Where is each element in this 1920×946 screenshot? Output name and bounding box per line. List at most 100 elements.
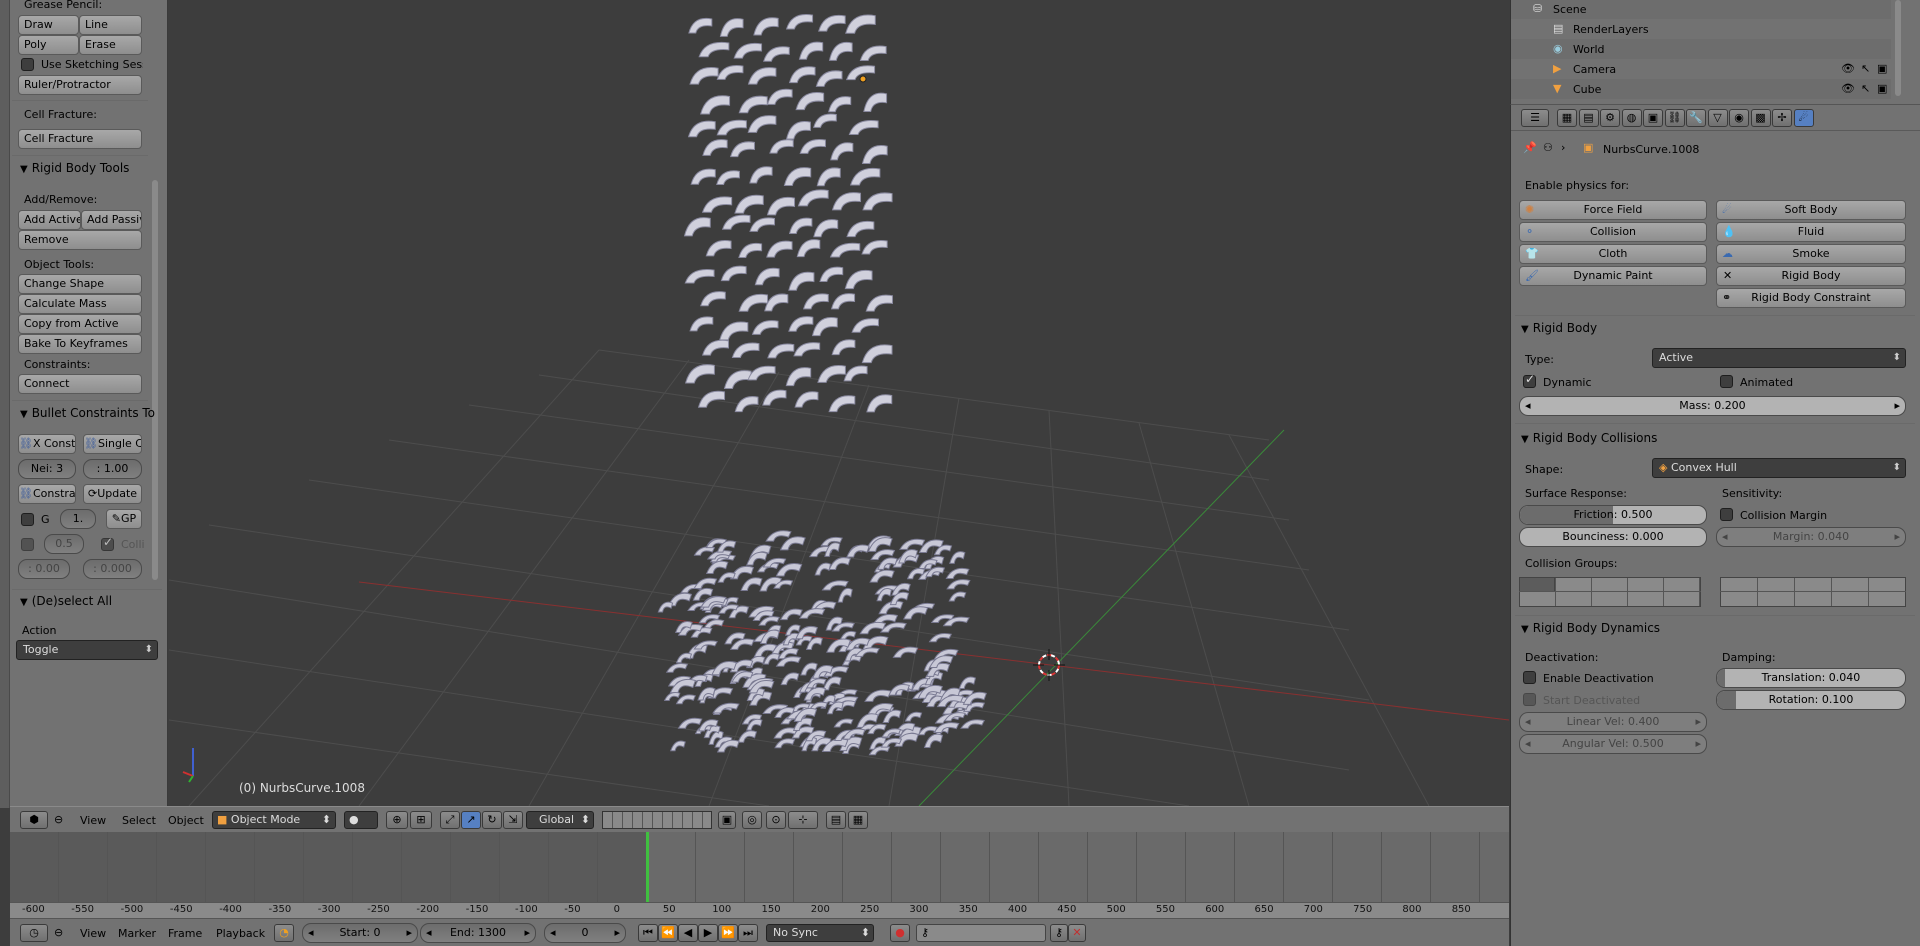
tab-texture[interactable]: ▩ [1750,109,1771,127]
tab-physics[interactable]: ☄ [1793,109,1814,127]
half-checkbox[interactable] [21,538,34,551]
cell-fracture-button[interactable]: Cell Fracture [18,129,142,149]
tab-scene[interactable]: ⚙ [1600,109,1620,127]
poly-button[interactable]: Poly [18,35,79,55]
prev-keyframe-button[interactable]: ⏪ [658,924,678,942]
constra-button[interactable]: ⛓Constra [18,484,76,504]
playback-menu[interactable]: Playback [216,927,265,940]
start-frame-field[interactable]: ◂ Start: 0 ▸ [302,923,418,943]
rotation-slider[interactable]: Rotation: 0.100 [1716,690,1906,710]
mass-field[interactable]: ◂ Mass: 0.200 ▸ [1519,396,1906,416]
render-icon[interactable]: ▣ [1877,62,1887,75]
select-menu[interactable]: Select [122,814,156,827]
smoke-button[interactable]: ☁ Smoke [1716,244,1906,264]
tab-render[interactable]: ▦ [1557,109,1577,127]
tab-material[interactable]: ◉ [1729,109,1749,127]
manipulator-button[interactable]: ⊞ [410,811,432,829]
axis-button[interactable]: ⤢ [440,811,460,829]
tab-modifiers[interactable]: 🔧 [1686,109,1706,127]
pivot-button[interactable]: ⊕ [386,811,408,829]
object-menu[interactable]: Object [168,814,204,827]
margin-field[interactable]: ◂ Margin: 0.040 ▸ [1716,527,1906,547]
editor-type-button[interactable]: ⬢ [20,811,48,829]
end-frame-field[interactable]: ◂ End: 1300 ▸ [420,923,536,943]
current-frame-field[interactable]: ◂ 0 ▸ [544,923,626,943]
record-button[interactable]: ● [890,924,910,942]
tab-data[interactable]: ▽ [1707,109,1728,127]
enable-deactivation-checkbox[interactable] [1523,671,1536,684]
play-button[interactable]: ▶ [698,924,718,942]
zero-field-2[interactable]: : 0.000 [83,559,142,579]
orientation-dropdown[interactable]: Global ⬍ [526,811,594,829]
bounciness-slider[interactable]: Bounciness: 0.000 [1519,527,1707,547]
collision-groups-right[interactable] [1720,577,1906,607]
rigid-body-dynamics-panel-header[interactable]: ▼ Rigid Body Dynamics [1521,621,1660,635]
connect-button[interactable]: Connect [18,374,142,394]
soft-body-button[interactable]: ☄ Soft Body [1716,200,1906,220]
timeline-editor-type-button[interactable]: ◷ [20,924,48,942]
sync-dropdown[interactable]: No Sync ⬍ [766,924,874,942]
x-const-button[interactable]: ⛓X Const [18,434,76,454]
type-dropdown[interactable]: Active [1652,348,1906,368]
collision-group-active[interactable] [1519,577,1555,592]
tab-render-layers[interactable]: ▤ [1578,109,1599,127]
line-button[interactable]: Line [79,15,142,35]
remove-button[interactable]: Remove [18,230,142,250]
shape-dropdown[interactable]: ◈ Convex Hull [1652,458,1906,478]
tab-particles[interactable]: ✢ [1772,109,1792,127]
proportional-edit-button[interactable]: ◎ [742,811,762,829]
tab-constraints[interactable]: ⛓ [1664,109,1685,127]
bullet-constraints-panel-header[interactable]: ▼ Bullet Constraints To [20,406,155,420]
outliner-item[interactable]: ▤ RenderLayers [1511,19,1891,39]
jump-start-button[interactable]: ⏮ [638,924,658,942]
tab-world[interactable]: ◍ [1621,109,1642,127]
value-field[interactable]: : 1.00 [83,459,142,479]
cloth-button[interactable]: 👕 Cloth [1519,244,1707,264]
outliner-item[interactable]: ▶ Camera 👁 ↖ ▣ [1511,59,1891,79]
rigid-body-collisions-panel-header[interactable]: ▼ Rigid Body Collisions [1521,431,1657,445]
collision-button[interactable]: ⚬ Collision [1519,222,1707,242]
force-field-button[interactable]: ✺ Force Field [1519,200,1707,220]
copy-from-active-button[interactable]: Copy from Active [18,314,142,334]
ruler-button[interactable]: Ruler/Protractor [18,75,142,95]
preview-range-button[interactable]: ◔ [274,924,294,942]
tool-shelf-tabs[interactable] [0,0,10,808]
dynamic-paint-button[interactable]: 🖌 Dynamic Paint [1519,266,1707,286]
colli-checkbox[interactable] [101,535,114,551]
next-keyframe-button[interactable]: ⏩ [718,924,738,942]
translation-slider[interactable]: Translation: 0.040 [1716,668,1906,688]
snap-toggle-button[interactable]: ⊙ [766,811,786,829]
outliner-scrollbar[interactable] [1895,0,1901,96]
calculate-mass-button[interactable]: Calculate Mass [18,294,142,314]
pin-icon[interactable]: 📌 [1523,141,1537,155]
erase-button[interactable]: Erase [79,35,142,55]
jump-end-button[interactable]: ⏭ [738,924,758,942]
gp-button[interactable]: ✎GP [106,509,142,529]
delete-keyframe-button[interactable]: ✕ [1068,924,1086,942]
g-checkbox[interactable] [21,513,34,526]
animated-checkbox[interactable] [1720,375,1733,388]
draw-button[interactable]: Draw [18,15,79,35]
play-reverse-button[interactable]: ◀ [678,924,698,942]
rigid-body-panel-header[interactable]: ▼ Rigid Body [1521,321,1597,335]
use-sketching-checkbox[interactable] [21,58,34,71]
single-c-button[interactable]: ⛓Single C [83,434,142,454]
start-deactivated-checkbox[interactable] [1523,693,1536,706]
render-animation-button[interactable]: ▦ [848,811,868,829]
timeline-scrollbar[interactable] [10,892,1509,900]
layer-buttons[interactable] [602,811,712,829]
add-passive-button[interactable]: Add Passiv [81,210,142,230]
linear-vel-field[interactable]: ◂ Linear Vel: 0.400 ▸ [1519,712,1707,732]
zero-field-1[interactable]: : 0.00 [18,559,70,579]
keying-set-field[interactable]: ⚷ [916,924,1046,942]
timeline-area[interactable]: -600 -550 -500 -450 -400 -350 -300 -250 -200 -150… [10,832,1509,918]
eye-icon[interactable]: 👁 [1841,82,1855,95]
rigid-body-constraint-button[interactable]: ⚭ Rigid Body Constraint [1716,288,1906,308]
collapse-menus-icon[interactable]: ⊖ [54,813,63,827]
action-dropdown[interactable]: Toggle [16,640,158,660]
insert-keyframe-button[interactable]: ⚷ [1050,924,1068,942]
lock-layers-button[interactable]: ▣ [718,811,736,829]
mode-dropdown[interactable]: ■ Object Mode ⬍ [212,811,336,829]
half-field[interactable]: 0.5 [44,534,84,554]
friction-slider[interactable]: Friction: 0.500 [1519,505,1707,525]
